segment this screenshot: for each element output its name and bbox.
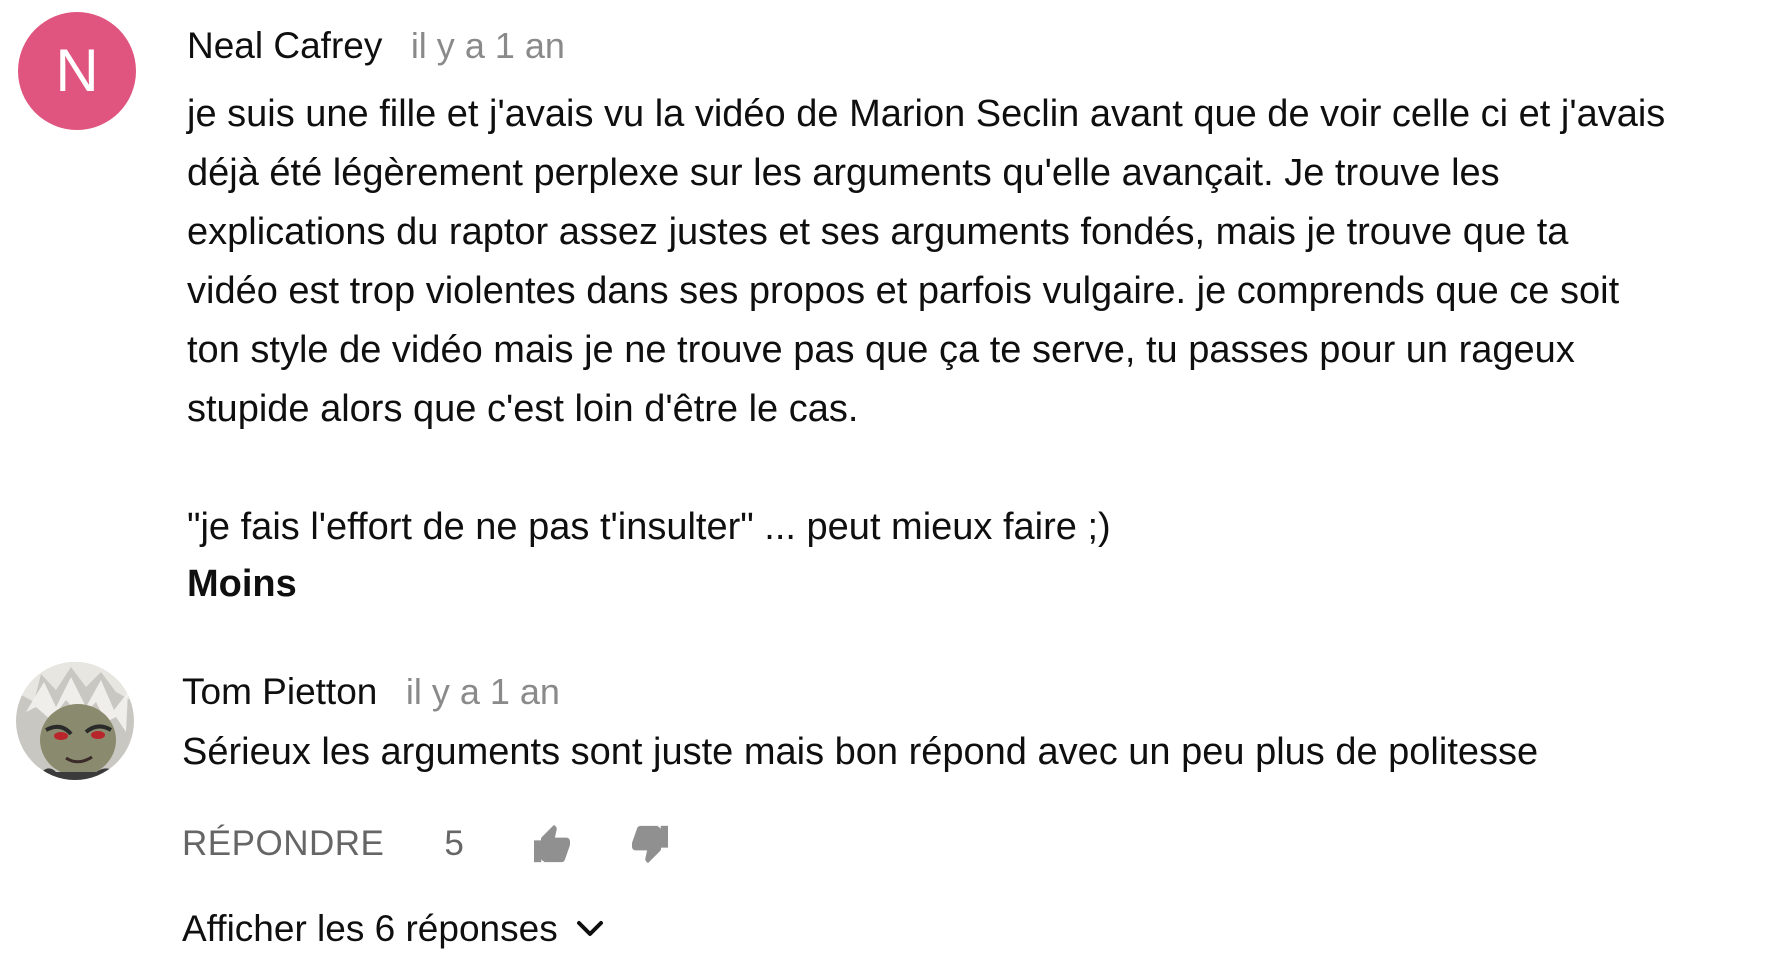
show-replies-label: Afficher les 6 réponses: [182, 908, 558, 949]
comment-body-line: explications du raptor assez justes et s…: [187, 211, 1569, 253]
comment-header: Neal Cafrey il y a 1 an: [187, 22, 565, 78]
thumbs-down-glyph: [631, 825, 668, 864]
thumbs-down-icon[interactable]: [624, 820, 672, 868]
comment-body-line: Sérieux les arguments sont juste mais bo…: [182, 731, 1539, 773]
comment-actions: RÉPONDRE 5: [182, 820, 672, 868]
author-name[interactable]: Neal Cafrey: [187, 25, 382, 66]
comment-quote-line: "je fais l'effort de ne pas t'insulter" …: [187, 506, 1111, 548]
reply-button[interactable]: RÉPONDRE: [182, 824, 384, 864]
avatar-image: [16, 662, 134, 780]
comment-timestamp[interactable]: il y a 1 an: [411, 25, 565, 66]
comment-header: Tom Pietton il y a 1 an: [182, 668, 560, 724]
comment-body-line: stupide alors que c'est loin d'être le c…: [187, 388, 859, 430]
author-name[interactable]: Tom Pietton: [182, 671, 377, 712]
thumbs-up-glyph: [533, 824, 570, 863]
chevron-down-icon: [576, 914, 606, 944]
chevron-down-glyph: [576, 921, 603, 936]
comment-body: Sérieux les arguments sont juste mais bo…: [182, 723, 1782, 782]
comment-body-line: déjà été légèrement perplexe sur les arg…: [187, 152, 1500, 194]
anime-character-avatar[interactable]: [16, 662, 134, 780]
show-less-link[interactable]: Moins: [187, 560, 297, 608]
comment-body-line: vidéo est trop violentes dans ses propos…: [187, 270, 1620, 312]
comment-body: je suis une fille et j'avais vu la vidéo…: [187, 85, 1787, 557]
comment-body-line: je suis une fille et j'avais vu la vidéo…: [187, 93, 1666, 135]
avatar[interactable]: N: [18, 12, 136, 130]
like-count: 5: [444, 824, 464, 863]
show-replies-button[interactable]: Afficher les 6 réponses: [182, 905, 606, 953]
thumbs-up-icon[interactable]: [530, 820, 578, 868]
comment-timestamp[interactable]: il y a 1 an: [406, 671, 560, 712]
comment-body-line: ton style de vidéo mais je ne trouve pas…: [187, 329, 1575, 371]
